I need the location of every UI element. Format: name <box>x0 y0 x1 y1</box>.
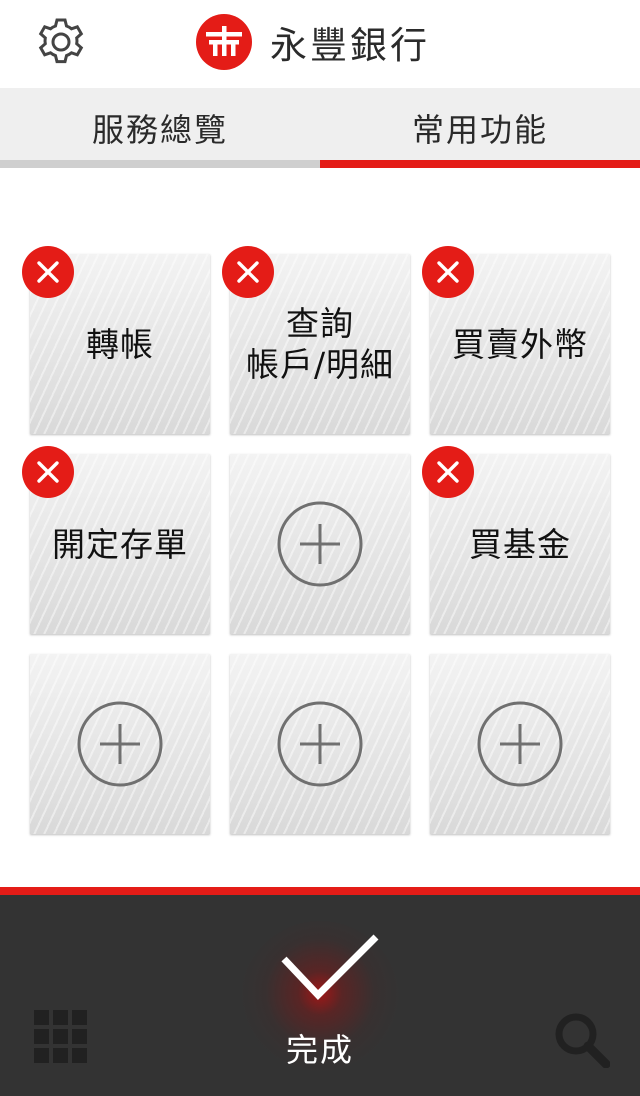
close-icon <box>237 261 259 283</box>
tab-service-overview[interactable]: 服務總覽 <box>0 88 320 168</box>
done-button[interactable]: 完成 <box>240 895 400 1096</box>
plus-circle-icon <box>277 501 363 587</box>
close-icon <box>37 261 59 283</box>
tile-add-empty[interactable] <box>230 454 410 634</box>
gear-icon[interactable] <box>33 14 89 70</box>
remove-button[interactable] <box>22 246 74 298</box>
tile-label: 轉帳 <box>86 324 154 364</box>
tile-add-empty[interactable] <box>30 654 210 834</box>
brand-name: 永豐銀行 <box>270 24 430 67</box>
app-header: 永豐銀行 <box>0 0 640 88</box>
remove-button[interactable] <box>22 446 74 498</box>
tab-indicator <box>0 160 320 168</box>
footer-divider <box>0 887 640 895</box>
tile-label: 買賣外幣 <box>452 324 588 364</box>
tile-label: 開定存單 <box>52 524 188 564</box>
checkmark-icon <box>281 934 379 1001</box>
plus-circle-icon <box>477 701 563 787</box>
close-icon <box>437 261 459 283</box>
tile-add-empty[interactable] <box>430 654 610 834</box>
bottom-bar: 完成 <box>0 895 640 1096</box>
plus-circle-icon <box>277 701 363 787</box>
tab-label: 常用功能 <box>411 111 548 149</box>
close-icon <box>37 461 59 483</box>
tab-bar: 服務總覽 常用功能 <box>0 88 640 168</box>
search-icon[interactable] <box>552 1010 610 1068</box>
tab-favorites[interactable]: 常用功能 <box>320 88 640 168</box>
remove-button[interactable] <box>422 446 474 498</box>
close-icon <box>437 461 459 483</box>
tile-add-empty[interactable] <box>230 654 410 834</box>
grid-icon[interactable] <box>34 1010 88 1064</box>
remove-button[interactable] <box>422 246 474 298</box>
brand: 永豐銀行 <box>196 12 430 72</box>
remove-button[interactable] <box>222 246 274 298</box>
tile-label: 買基金 <box>469 524 571 564</box>
bank-logo-icon <box>196 14 252 70</box>
tab-label: 服務總覽 <box>91 111 228 149</box>
favorites-grid: 轉帳 查詢 帳戶/明細 買賣外幣 開定存單 買基金 <box>0 168 640 888</box>
tab-indicator-active <box>320 160 640 168</box>
tile-label: 查詢 帳戶/明細 <box>245 304 395 384</box>
plus-circle-icon <box>77 701 163 787</box>
done-label: 完成 <box>285 1031 354 1069</box>
